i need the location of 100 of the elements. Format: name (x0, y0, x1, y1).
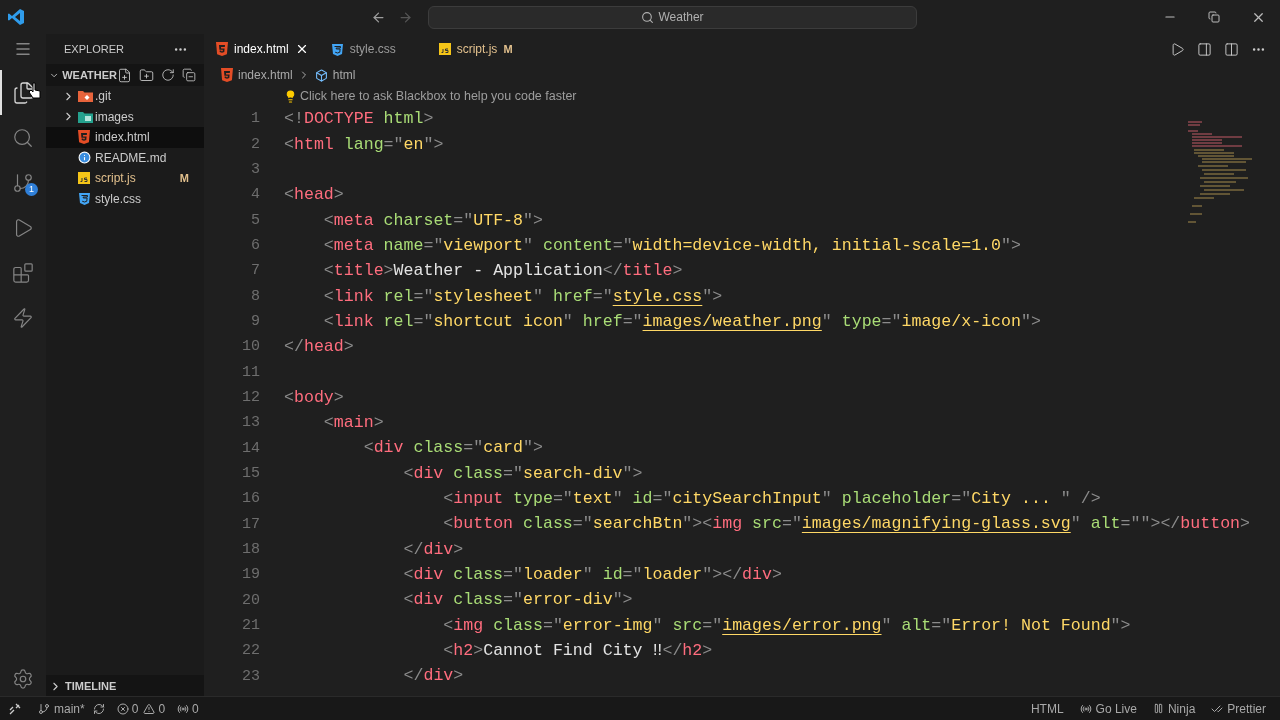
info-icon (78, 151, 91, 165)
file-name: style.css (95, 190, 141, 208)
status-item[interactable]: Go Live (1079, 699, 1137, 718)
pause-icon (1152, 703, 1164, 714)
command-search-field[interactable]: Weather (428, 5, 917, 29)
lightning-icon (12, 306, 34, 329)
line-number: 6 (250, 236, 260, 257)
line-number: 2 (250, 134, 260, 155)
broadcast-icon (177, 702, 190, 715)
line-number: 20 (241, 590, 260, 611)
js-file-icon (438, 43, 451, 55)
html-file-icon (221, 68, 233, 82)
status-item[interactable]: Ninja (1152, 699, 1196, 718)
split-editor-icon[interactable] (1224, 41, 1239, 57)
new-folder-icon[interactable] (139, 67, 154, 83)
status-item[interactable]: Prettier (1211, 699, 1266, 718)
code-line: <html lang="en"> (284, 133, 444, 156)
line-number: 8 (250, 286, 260, 307)
file-tree-item[interactable]: script.js M (46, 168, 204, 189)
tab-label: script.js (456, 41, 498, 58)
folder-icon (78, 90, 93, 103)
file-name: .git (95, 88, 111, 106)
timeline-title: TIMELINE (65, 678, 117, 694)
line-number: 22 (241, 641, 260, 662)
line-number: 17 (241, 514, 260, 535)
problems-button[interactable]: 0 0 (116, 699, 166, 718)
modified-label: M (179, 171, 189, 186)
code-line: </div> (402, 538, 464, 561)
line-number: 23 (241, 666, 260, 687)
panel-title: EXPLORER (64, 41, 124, 57)
menu-icon[interactable] (14, 40, 32, 58)
breadcrumb-item[interactable]: html (332, 66, 356, 84)
line-number: 5 (250, 210, 260, 231)
code-line: <main> (322, 412, 384, 435)
timeline-header[interactable]: TIMELINE (46, 675, 204, 697)
run-icon[interactable] (1170, 41, 1185, 57)
tab-label: index.html (234, 41, 289, 58)
css-file-icon (78, 192, 91, 206)
file-tree-item[interactable]: index.html (46, 127, 204, 148)
ports-button[interactable]: 0 (177, 699, 199, 718)
code-line: <input type="text" id="citySearchInput" placeholder="City ... " /> (442, 488, 1101, 511)
file-tree-item[interactable]: README.md (46, 147, 204, 168)
file-tree-item[interactable]: .git (46, 86, 204, 107)
search-icon (12, 126, 34, 149)
code-line: <meta name="viewport" content="width=device-width, initial-scale=1.0"> (322, 234, 1021, 257)
file-tree-item[interactable]: style.css (46, 188, 204, 209)
line-number: 10 (241, 337, 260, 358)
extensions-icon (12, 261, 34, 284)
line-number: 3 (250, 160, 260, 181)
count-badge: 1 (25, 183, 38, 196)
breadcrumb-item[interactable]: index.html (238, 66, 293, 84)
line-number: 9 (250, 312, 260, 333)
code-line: <link rel="stylesheet" href="style.css"> (322, 285, 723, 308)
code-line: <head> (284, 184, 344, 207)
remote-icon (9, 702, 21, 715)
collapse-all-icon[interactable] (182, 67, 196, 82)
line-number: 21 (241, 615, 260, 636)
back-icon[interactable] (371, 9, 386, 25)
branch-icon (38, 702, 50, 715)
js-file-icon (78, 172, 90, 185)
warning-icon (143, 702, 156, 715)
activity-bar-item[interactable]: 1 (0, 160, 46, 205)
css-file-icon (330, 42, 344, 56)
code-line: <link rel="shortcut icon" href="images/weather.png" type="image/x-icon"> (322, 310, 1041, 333)
editor-tab[interactable]: style.css (318, 34, 427, 64)
html-file-icon (216, 42, 228, 56)
code-line: <title>Weather - Application</title> (322, 260, 683, 283)
line-number: 1 (250, 109, 260, 130)
search-icon (641, 10, 655, 24)
file-tree-item[interactable]: images (46, 106, 204, 127)
search-text: Weather (658, 9, 704, 26)
refresh-icon[interactable] (161, 67, 175, 82)
modified-label: M (503, 41, 513, 57)
settings-icon[interactable] (12, 668, 34, 690)
editor-tab[interactable]: script.js M (426, 34, 523, 64)
folder-name: WEATHER (62, 67, 117, 83)
line-number: 16 (241, 489, 260, 510)
open-preview-icon[interactable] (1197, 41, 1212, 57)
blackbox-hint-link[interactable]: Click here to ask Blackbox to help you code faster (300, 86, 577, 106)
code-line: <meta charset="UTF-8"> (322, 209, 543, 232)
code-line: </div> (402, 665, 464, 688)
tab-label: style.css (349, 41, 396, 58)
code-line: <div class="card"> (362, 437, 543, 460)
branch-button[interactable]: main* (38, 699, 105, 718)
code-line: <button class="searchBtn"><img src="images/magnifying-glass.svg" alt=""></button> (442, 513, 1250, 536)
restore-icon (1208, 11, 1220, 23)
code-line: <!DOCTYPE html> (284, 108, 434, 131)
folder-header[interactable]: WEATHER (46, 64, 204, 86)
cube-icon (314, 68, 328, 82)
file-name: README.md (95, 149, 167, 167)
new-file-icon[interactable] (117, 67, 132, 83)
code-line: <img class="error-img" src="images/error.png" alt="Error! Not Found"> (442, 614, 1131, 637)
html-file-icon (78, 130, 90, 145)
line-number: 12 (241, 388, 260, 408)
line-number: 11 (241, 362, 260, 383)
app-logo-icon (7, 8, 25, 26)
status-item[interactable]: HTML (1030, 699, 1064, 718)
broadcast-icon (1079, 702, 1092, 715)
file-name: index.html (95, 129, 150, 147)
error-icon (116, 702, 129, 715)
